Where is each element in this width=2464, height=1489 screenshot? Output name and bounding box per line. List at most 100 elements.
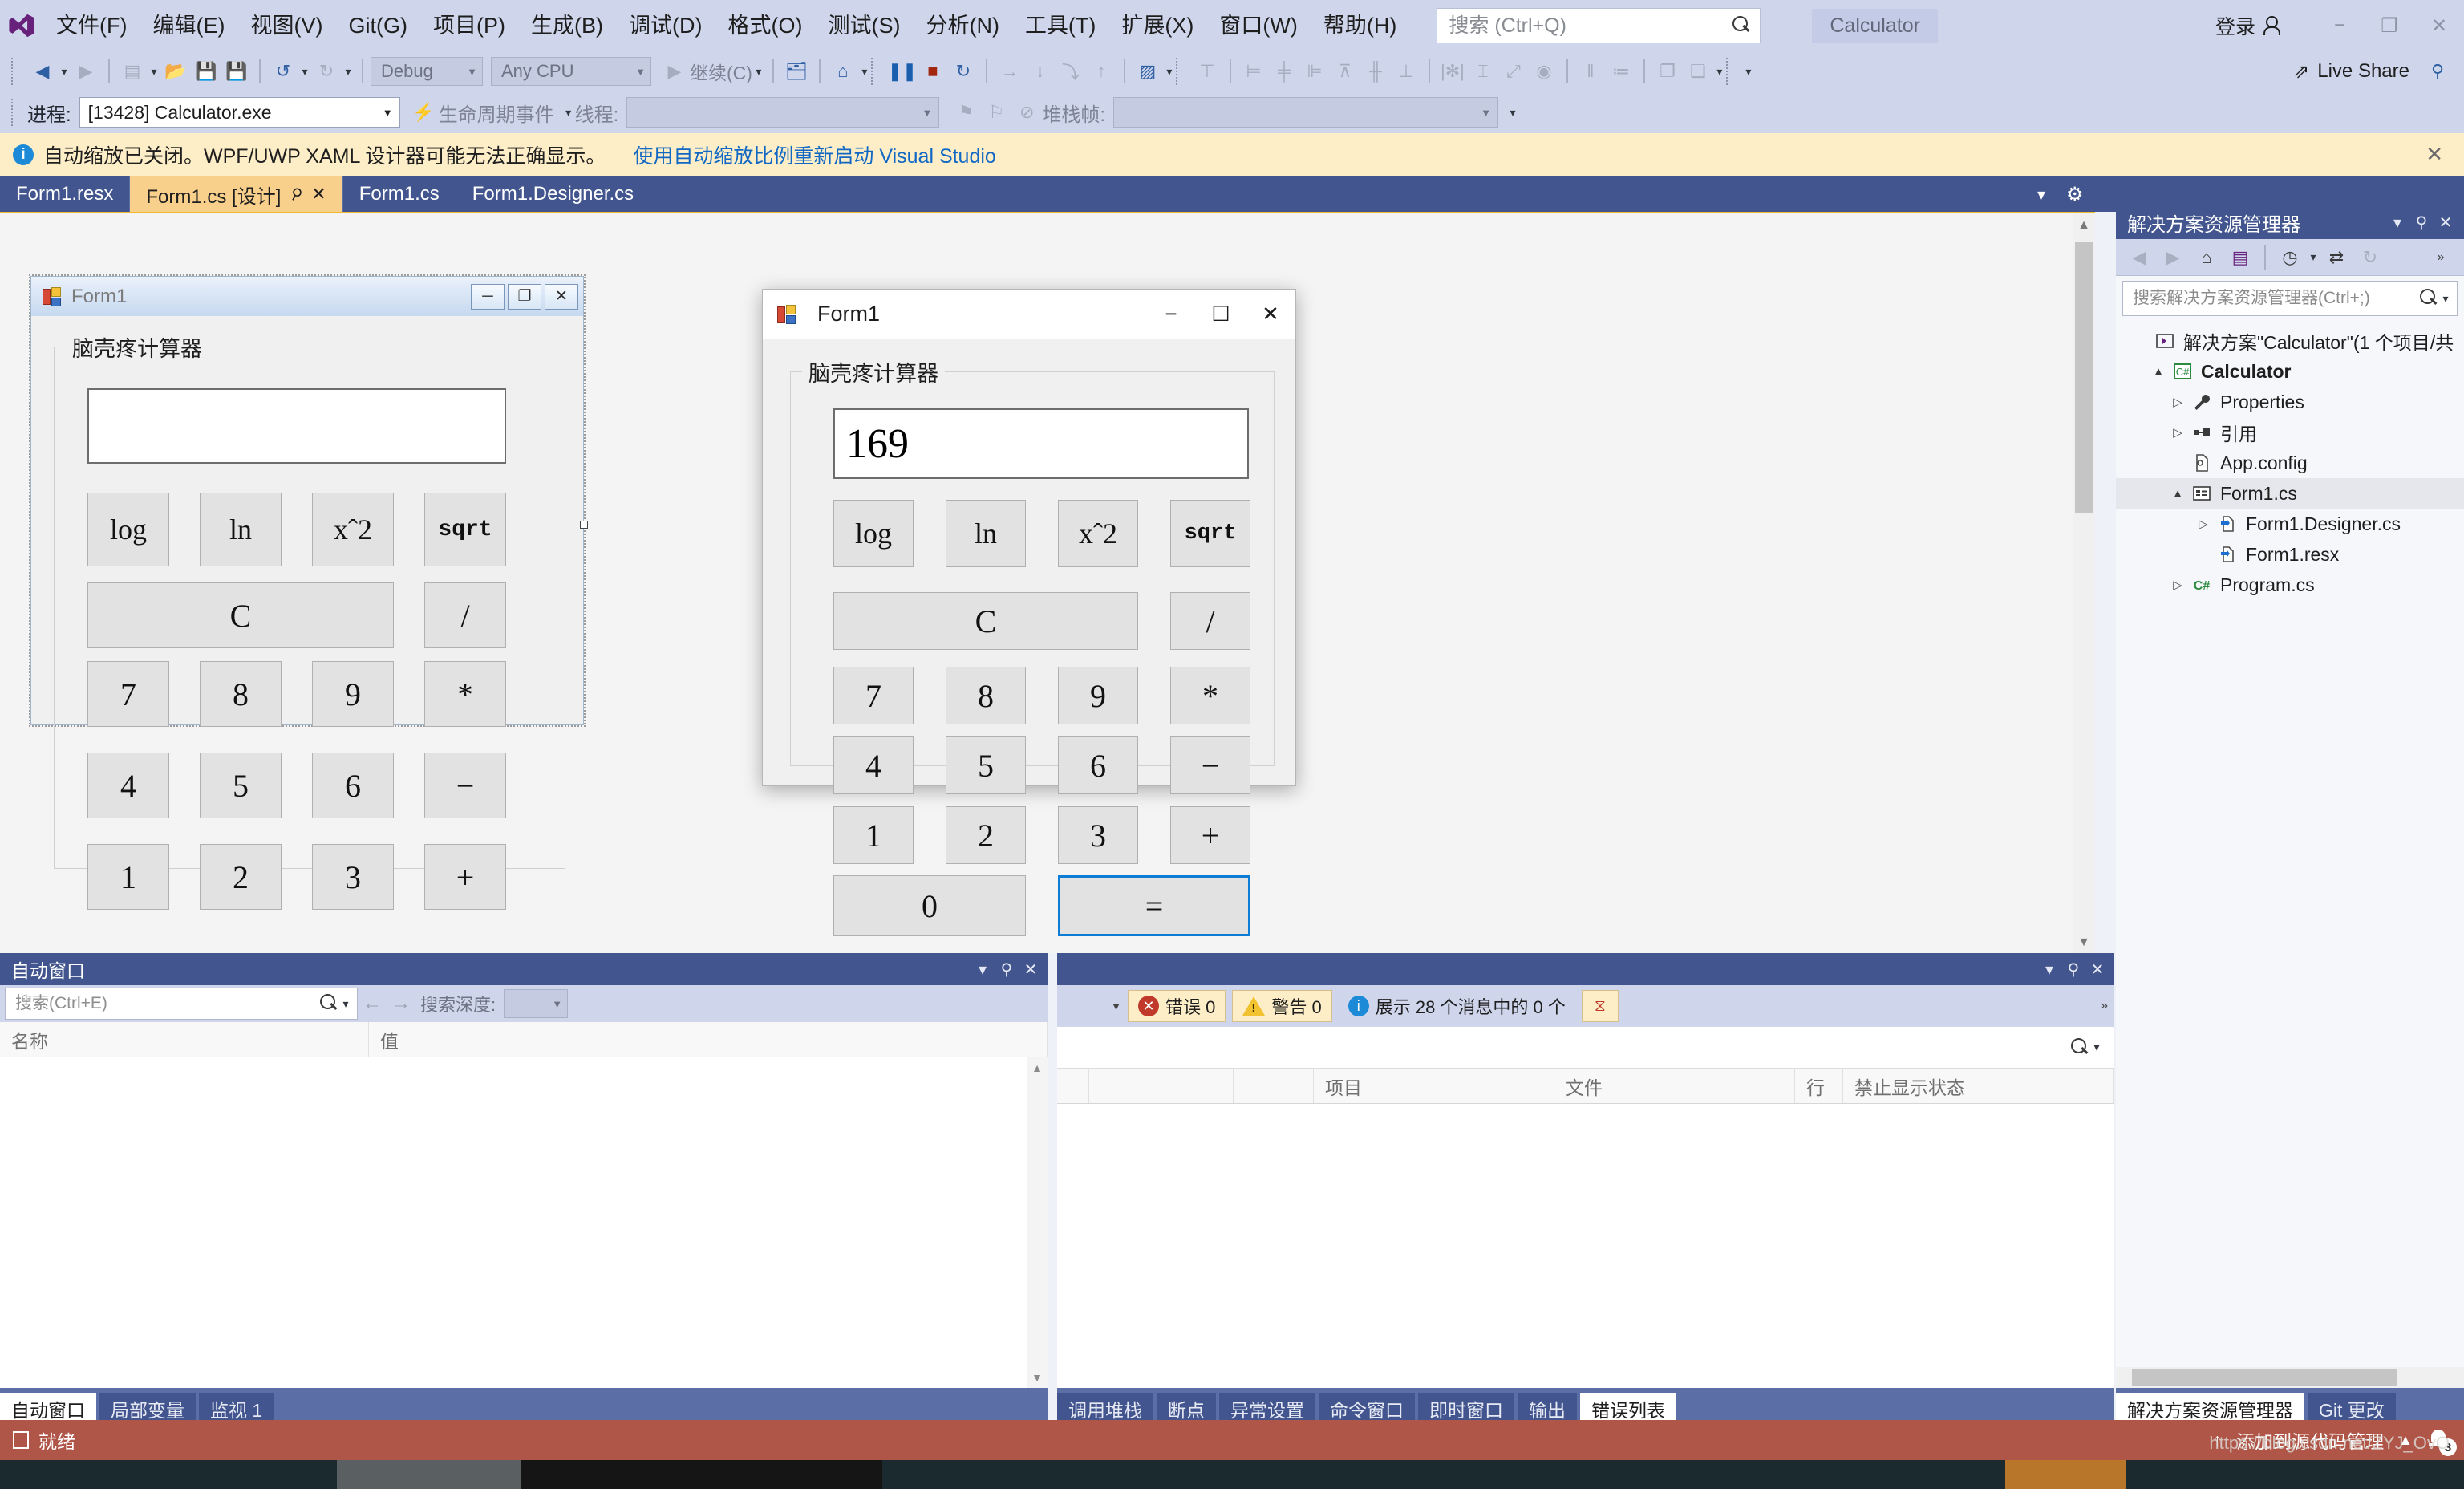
- runtime-display-textbox[interactable]: 169: [833, 408, 1249, 479]
- autos-panel-close-icon[interactable]: ✕: [1019, 952, 1043, 986]
- runtime-key-subtract[interactable]: −: [1170, 736, 1250, 794]
- size-to-grid-icon[interactable]: ⤢: [1498, 56, 1529, 87]
- error-list-col-desc[interactable]: [1137, 1069, 1234, 1103]
- save-icon[interactable]: 💾: [191, 56, 221, 87]
- editor-tab-form1-designer-cs[interactable]: Form1.Designer.cs: [456, 176, 651, 212]
- twisty-form1[interactable]: ▲: [2167, 487, 2188, 501]
- tree-node-solution[interactable]: 解决方案"Calculator"(1 个项目/共: [2116, 326, 2464, 356]
- diagnostic-dropdown-icon[interactable]: ▾: [1163, 65, 1176, 79]
- runtime-key-1[interactable]: 1: [833, 806, 914, 864]
- error-list-dropdown-icon[interactable]: ▾: [2037, 952, 2061, 986]
- autos-search-box[interactable]: ▾: [5, 988, 358, 1020]
- center-horizontally-icon[interactable]: ◉: [1529, 56, 1559, 87]
- error-list-col-project[interactable]: 项目: [1314, 1069, 1554, 1103]
- design-key-multiply[interactable]: *: [424, 661, 506, 727]
- tree-node-form1-cs[interactable]: ▲ Form1.cs: [2116, 478, 2464, 509]
- save-all-icon[interactable]: 💾: [221, 56, 252, 87]
- error-list-col-blank[interactable]: [1234, 1069, 1314, 1103]
- error-list-close-icon[interactable]: ✕: [2085, 952, 2109, 986]
- runtime-form-titlebar[interactable]: Form1 − ☐ ✕: [763, 290, 1295, 339]
- design-key-square[interactable]: xˆ2: [312, 493, 394, 566]
- continue-dropdown-icon[interactable]: ▾: [752, 65, 765, 79]
- notifications-bell-icon[interactable]: 3: [2427, 1428, 2457, 1456]
- close-icon[interactable]: ✕: [311, 184, 326, 205]
- live-share-button[interactable]: ⇗ Live Share: [2293, 60, 2409, 83]
- tree-node-calculator-project[interactable]: ▲ C# Calculator: [2116, 356, 2464, 387]
- debug-toolbar-overflow-icon[interactable]: ▾: [1506, 106, 1519, 120]
- solution-explorer-horizontal-scrollbar[interactable]: [2116, 1367, 2464, 1388]
- twisty-calculator[interactable]: ▲: [2148, 365, 2169, 379]
- vertical-spacing-icon[interactable]: ⌶: [1468, 56, 1498, 87]
- continue-play-icon[interactable]: ▶: [659, 56, 690, 87]
- align-tops-icon[interactable]: ⊤: [1192, 56, 1222, 87]
- design-form-body[interactable]: 脑壳疼计算器 log ln xˆ2 sqrt C / 7 8 9 * 4 5 6…: [30, 316, 588, 910]
- restart-debugging-icon[interactable]: ↻: [948, 56, 979, 87]
- runtime-key-ln[interactable]: ln: [946, 500, 1026, 567]
- runtime-key-square[interactable]: xˆ2: [1058, 500, 1138, 567]
- tree-node-form1-designer-cs[interactable]: ▷ Form1.Designer.cs: [2116, 509, 2464, 539]
- design-key-5[interactable]: 5: [200, 753, 282, 818]
- autos-vertical-scrollbar[interactable]: ▲ ▼: [1027, 1057, 1048, 1388]
- menu-item-debug[interactable]: 调试(D): [616, 0, 715, 51]
- twisty-form1-designer[interactable]: ▷: [2193, 517, 2214, 531]
- tab-order-icon[interactable]: ❐: [1652, 56, 1683, 87]
- error-count-button[interactable]: ✕ 错误 0: [1128, 990, 1226, 1022]
- twisty-properties[interactable]: ▷: [2167, 395, 2188, 409]
- design-key-2[interactable]: 2: [200, 844, 282, 910]
- new-project-dropdown-icon[interactable]: ▾: [148, 65, 160, 79]
- step-into-icon[interactable]: ↓: [1025, 56, 1056, 87]
- twisty-program[interactable]: ▷: [2167, 578, 2188, 592]
- autos-depth-combo[interactable]: ▼: [504, 989, 569, 1018]
- autos-scroll-down-icon[interactable]: ▼: [1027, 1367, 1048, 1388]
- diagnostic-tools-icon[interactable]: ▨: [1133, 56, 1163, 87]
- global-search-input[interactable]: [1449, 14, 1732, 38]
- make-same-size-icon[interactable]: ⊥: [1391, 56, 1421, 87]
- tree-node-references[interactable]: ▷ 引用: [2116, 417, 2464, 448]
- show-all-files-icon[interactable]: ⇄: [2320, 241, 2353, 274]
- align-bottoms-icon[interactable]: ╫: [1360, 56, 1391, 87]
- menu-item-help[interactable]: 帮助(H): [1311, 0, 1409, 51]
- error-list-col-code[interactable]: [1089, 1069, 1137, 1103]
- editor-tab-form1-resx[interactable]: Form1.resx: [0, 176, 131, 212]
- designer-vertical-scrollbar[interactable]: ▲ ▼: [2073, 213, 2095, 953]
- thread-combo[interactable]: ▼: [626, 97, 940, 128]
- runtime-key-8[interactable]: 8: [946, 667, 1026, 724]
- editor-tab-form1-cs[interactable]: Form1.cs: [342, 176, 456, 212]
- editor-tab-list-dropdown-icon[interactable]: ▾: [2037, 176, 2045, 212]
- lifecycle-events-label[interactable]: 生命周期事件: [439, 99, 554, 127]
- editor-settings-gear-icon[interactable]: ⚙: [2066, 176, 2084, 212]
- runtime-key-log[interactable]: log: [833, 500, 914, 567]
- toolbar-overflow-icon[interactable]: »: [2424, 241, 2458, 274]
- window-minimize-button[interactable]: −: [2315, 0, 2365, 51]
- runtime-key-5[interactable]: 5: [946, 736, 1026, 794]
- runtime-key-clear[interactable]: C: [833, 592, 1138, 650]
- lifecycle-dropdown-icon[interactable]: ▾: [562, 106, 575, 120]
- step-out-icon[interactable]: ↑: [1086, 56, 1116, 87]
- layout-dropdown-icon[interactable]: ▾: [1713, 65, 1726, 79]
- menu-item-edit[interactable]: 编辑(E): [140, 0, 237, 51]
- align-lefts-icon[interactable]: ⊨: [1238, 56, 1269, 87]
- open-file-icon[interactable]: 📂: [160, 56, 191, 87]
- global-search-box[interactable]: [1437, 8, 1761, 43]
- order-front-icon[interactable]: ‖: [1575, 56, 1606, 87]
- design-key-subtract[interactable]: −: [424, 753, 506, 818]
- runtime-key-multiply[interactable]: *: [1170, 667, 1250, 724]
- runtime-key-2[interactable]: 2: [946, 806, 1026, 864]
- error-list-col-file[interactable]: 文件: [1554, 1069, 1795, 1103]
- error-list-col-suppression[interactable]: 禁止显示状态: [1843, 1069, 2114, 1103]
- error-list-pin-icon[interactable]: ⚲: [2061, 952, 2085, 986]
- info-bar-link[interactable]: 使用自动缩放比例重新启动 Visual Studio: [633, 140, 995, 169]
- lifecycle-events-icon[interactable]: ⚡: [408, 97, 439, 128]
- runtime-key-sqrt[interactable]: sqrt: [1170, 500, 1250, 567]
- menu-item-analyze[interactable]: 分析(N): [913, 0, 1011, 51]
- solution-explorer-search-input[interactable]: [2133, 289, 2418, 308]
- runtime-close-button[interactable]: ✕: [1246, 290, 1295, 339]
- pin-icon[interactable]: ⚲: [287, 184, 306, 205]
- scroll-up-arrow-icon[interactable]: ▲: [2073, 213, 2095, 237]
- autos-next-result-icon[interactable]: →: [387, 992, 415, 1015]
- menu-item-project[interactable]: 项目(P): [420, 0, 518, 51]
- message-count-button[interactable]: i 展示 28 个消息中的 0 个: [1339, 990, 1575, 1022]
- menu-item-view[interactable]: 视图(V): [237, 0, 335, 51]
- solution-configuration-combo[interactable]: Debug ▼: [371, 57, 483, 86]
- horizontal-spacing-icon[interactable]: |✻|: [1437, 56, 1468, 87]
